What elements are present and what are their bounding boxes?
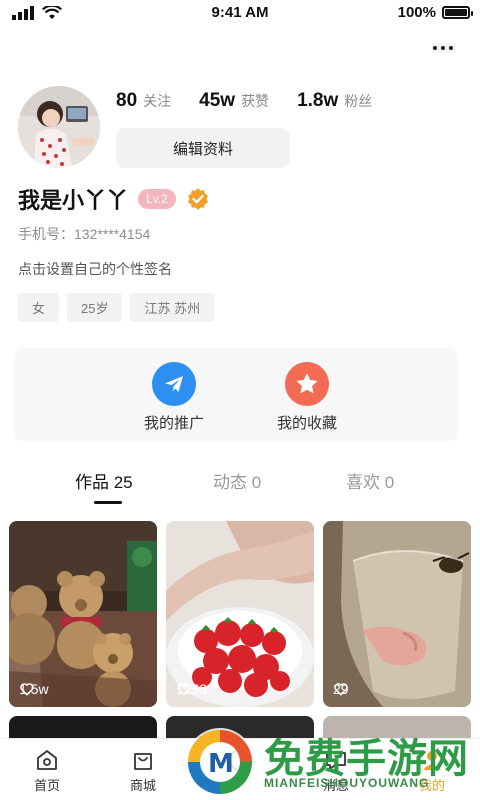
post-card[interactable]: 29 (323, 521, 471, 707)
battery-group: 100% (397, 4, 473, 21)
level-badge: Lv.2 (138, 189, 176, 209)
post-image-strawberries (166, 521, 314, 707)
content-tabs: 作品 25 动态 0 喜欢 0 (0, 468, 480, 508)
signature[interactable]: 点击设置自己的个性签名 (18, 259, 172, 279)
tab-indicator (94, 501, 122, 504)
stat-label: 关注 (143, 93, 172, 109)
avatar[interactable] (18, 86, 100, 168)
stat-followers[interactable]: 1.8w 粉丝 (297, 90, 372, 112)
more-dot (433, 46, 437, 50)
status-bar: 9:41 AM 100% (0, 0, 480, 28)
tag-location: 江苏 苏州 (130, 293, 215, 322)
action-label: 我的推广 (143, 415, 204, 432)
my-promotion-button[interactable]: 我的推广 (124, 362, 224, 433)
profile-tags: 女 25岁 江苏 苏州 (18, 293, 215, 322)
post-likes: 29 (333, 681, 349, 697)
tab-works[interactable]: 作品 25 (75, 468, 133, 493)
tag-age: 25岁 (67, 293, 123, 322)
action-card: 我的推广 我的收藏 (14, 348, 458, 441)
star-icon (297, 373, 317, 393)
avatar-image (18, 86, 100, 168)
stat-likes-received[interactable]: 45w 获赞 (199, 90, 269, 112)
heart-outline-icon (177, 683, 191, 696)
more-dot (449, 46, 453, 50)
action-icon-circle (285, 362, 329, 406)
tag-gender: 女 (18, 293, 60, 322)
profile-stats: 80 关注 45w 获赞 1.8w 粉丝 (116, 90, 372, 112)
nav-label: 首页 (33, 778, 60, 793)
username: 我是小丫丫 (18, 188, 129, 213)
battery-fill (445, 9, 467, 16)
stat-label: 粉丝 (344, 93, 373, 109)
post-image-glass (323, 521, 471, 707)
tab-activity[interactable]: 动态 0 (213, 468, 261, 493)
nav-home[interactable]: 首页 (17, 747, 77, 794)
my-favorites-button[interactable]: 我的收藏 (257, 362, 357, 433)
watermark-subtitle: MIANFEISHOUYOUWANG (264, 776, 430, 790)
stat-value: 80 (116, 90, 138, 111)
stat-value: 45w (199, 90, 236, 111)
name-row: 我是小丫丫 Lv.2 (18, 183, 210, 215)
action-label: 我的收藏 (276, 415, 337, 432)
stat-following[interactable]: 80 关注 (116, 90, 171, 112)
paper-plane-icon (165, 376, 183, 392)
post-card[interactable]: 1253 (166, 521, 314, 707)
battery-percent: 100% (397, 4, 436, 21)
heart-outline-icon (20, 683, 34, 696)
nav-mall[interactable]: 商城 (113, 747, 173, 794)
heart-outline-icon (334, 683, 348, 696)
action-icon-circle (152, 362, 196, 406)
shopping-bag-icon (134, 753, 152, 770)
phone-number: 手机号：132****4154 (18, 226, 151, 242)
verified-badge-icon (187, 188, 208, 210)
home-icon (37, 750, 57, 770)
svg-text:M: M (208, 749, 234, 779)
post-card[interactable]: 1.5w (9, 521, 157, 707)
battery-icon (442, 6, 473, 19)
nav-label: 商城 (129, 778, 156, 793)
post-image-teddy-bears (9, 521, 157, 707)
watermark: M 免费手游网 MIANFEISHOUYOUWANG (180, 722, 476, 800)
stat-value: 1.8w (297, 90, 339, 111)
post-likes: 1253 (176, 681, 207, 697)
more-options-button[interactable] (428, 38, 458, 58)
edit-profile-button[interactable]: 编辑资料 (116, 128, 290, 168)
post-likes: 1.5w (19, 681, 49, 697)
watermark-logo-icon: M (186, 728, 254, 796)
more-dot (441, 46, 445, 50)
stat-label: 获赞 (241, 93, 270, 109)
tab-liked[interactable]: 喜欢 0 (346, 468, 394, 493)
